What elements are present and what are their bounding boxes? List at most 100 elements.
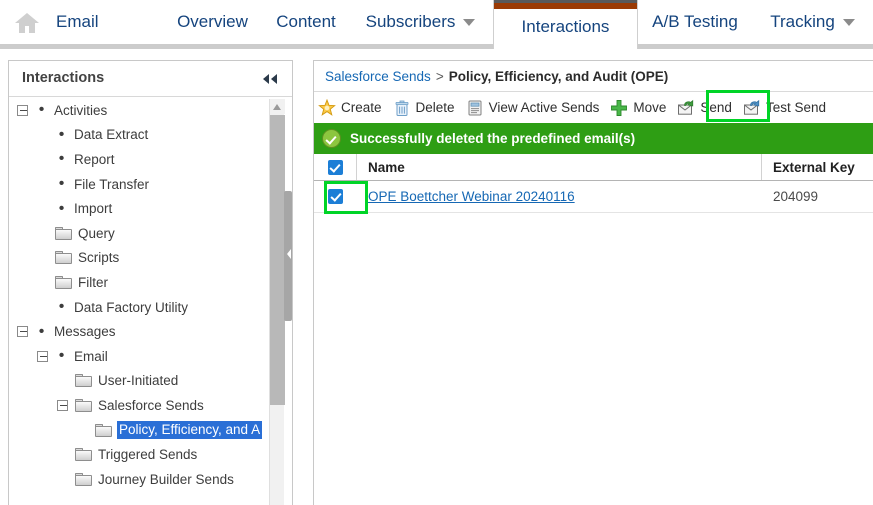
row-select-cell[interactable] <box>314 181 357 212</box>
bullet-icon: • <box>58 347 65 365</box>
test-send-button[interactable]: Test Send <box>739 93 833 122</box>
document-icon <box>466 99 484 117</box>
nav-item-content[interactable]: Content <box>266 0 346 44</box>
brand-text: Email <box>56 12 99 31</box>
row-name-link[interactable]: OPE Boettcher Webinar 20240116 <box>368 189 575 204</box>
sidebar-splitter-handle[interactable] <box>284 191 292 321</box>
top-navigation-bar: Email Overview Content Subscribers Inter… <box>0 0 873 49</box>
tree-item-triggered-sends[interactable]: Triggered Sends <box>9 442 277 467</box>
table-header-row: Name External Key <box>314 154 873 181</box>
tree-item-policy-efficiency-and-a[interactable]: Policy, Efficiency, and A <box>9 418 277 443</box>
nav-label: A/B Testing <box>652 12 738 31</box>
nav-label: Overview <box>177 12 248 31</box>
nav-item-ab-testing[interactable]: A/B Testing <box>645 0 745 44</box>
tree-item-label: Messages <box>54 324 116 340</box>
tree-item-salesforce-sends[interactable]: Salesforce Sends <box>9 393 277 418</box>
tree-item-journey-builder-sends[interactable]: Journey Builder Sends <box>9 467 277 492</box>
tree-item-query[interactable]: Query <box>9 221 277 246</box>
scrollbar-thumb[interactable] <box>270 115 285 405</box>
row-external-key-cell: 204099 <box>762 181 873 212</box>
tree-item-report[interactable]: • Report <box>9 147 277 172</box>
sidebar-scrollbar[interactable] <box>269 99 285 505</box>
scroll-up-arrow-icon[interactable] <box>270 99 285 114</box>
tree-item-label: Triggered Sends <box>98 447 198 463</box>
nav-label: Tracking <box>770 12 835 31</box>
folder-icon <box>55 226 72 240</box>
tree-item-data-factory-utility[interactable]: • Data Factory Utility <box>9 295 277 320</box>
tree-collapse-toggle[interactable] <box>17 104 28 116</box>
tree-item-label: Query <box>78 225 115 241</box>
tree-item-label: Policy, Efficiency, and A <box>117 421 263 440</box>
folder-icon <box>55 275 72 289</box>
brand-label: Email <box>56 0 136 44</box>
tree-item-filter[interactable]: Filter <box>9 270 277 295</box>
main-panel: Salesforce Sends > Policy, Efficiency, a… <box>313 60 873 505</box>
toolbar-label: Delete <box>415 100 455 115</box>
nav-item-subscribers[interactable]: Subscribers <box>358 0 483 44</box>
tree-collapse-toggle[interactable] <box>57 399 68 411</box>
folder-icon <box>75 398 92 412</box>
tree-item-label: Journey Builder Sends <box>98 471 234 487</box>
double-chevron-left-icon[interactable] <box>260 71 280 87</box>
tree-item-label: Import <box>74 201 113 217</box>
status-banner: Successfully deleted the predefined emai… <box>314 123 873 154</box>
toolbar-label: Move <box>633 100 667 115</box>
toolbar: Create Delete View Active Sends Move Sen… <box>314 92 873 123</box>
send-button[interactable]: Send <box>673 93 739 122</box>
create-button[interactable]: Create <box>314 93 389 122</box>
tree-item-label: Data Factory Utility <box>74 299 189 315</box>
nav-label: Subscribers <box>365 12 456 31</box>
tree-item-file-transfer[interactable]: • File Transfer <box>9 172 277 197</box>
breadcrumb: Salesforce Sends > Policy, Efficiency, a… <box>314 61 873 92</box>
view-active-sends-button[interactable]: View Active Sends <box>462 93 607 122</box>
sidebar-tree: • Activities • Data Extract • Report • File Tra… <box>9 98 277 505</box>
breadcrumb-separator: > <box>435 68 444 84</box>
chevron-down-icon <box>842 18 855 26</box>
table-row[interactable]: OPE Boettcher Webinar 20240116 204099 <box>314 181 873 213</box>
tree-item-label: Salesforce Sends <box>98 397 204 413</box>
tree-item-data-extract[interactable]: • Data Extract <box>9 123 277 148</box>
column-header-name[interactable]: Name <box>357 154 762 180</box>
tree-item-label: Activities <box>54 102 108 118</box>
tree-item-email[interactable]: • Email <box>9 344 277 369</box>
folder-icon <box>75 472 92 486</box>
select-all-cell[interactable] <box>314 154 357 180</box>
nav-label: Content <box>276 12 336 31</box>
toolbar-label: View Active Sends <box>488 100 600 115</box>
star-icon <box>318 98 336 117</box>
folder-icon <box>75 374 92 388</box>
tree-item-import[interactable]: • Import <box>9 196 277 221</box>
move-button[interactable]: Move <box>606 93 673 122</box>
nav-item-interactions-label[interactable]: Interactions <box>494 9 637 44</box>
nav-item-overview[interactable]: Overview <box>170 0 255 44</box>
nav-item-tracking[interactable]: Tracking <box>760 0 865 44</box>
bullet-icon: • <box>58 150 65 168</box>
chevron-down-icon <box>463 18 476 26</box>
select-all-checkbox[interactable] <box>327 159 343 175</box>
tree-item-activities[interactable]: • Activities <box>9 98 277 123</box>
tree-collapse-toggle[interactable] <box>17 326 28 338</box>
home-icon[interactable] <box>14 12 40 34</box>
tree-item-label: Email <box>74 348 108 364</box>
nav-item-interactions[interactable]: Interactions <box>493 0 638 49</box>
row-checkbox[interactable] <box>328 189 343 204</box>
tree-item-label: Report <box>74 151 115 167</box>
tree-item-scripts[interactable]: Scripts <box>9 246 277 271</box>
bullet-icon: • <box>58 199 65 217</box>
toolbar-label: Create <box>341 100 382 115</box>
workspace: Interactions • Activities • Data Extract • Re… <box>0 49 873 505</box>
tree-item-user-initiated[interactable]: User-Initiated <box>9 369 277 394</box>
bullet-icon: • <box>58 298 65 316</box>
toolbar-label: Send <box>700 100 732 115</box>
status-message: Successfully deleted the predefined emai… <box>350 131 636 146</box>
breadcrumb-parent-link[interactable]: Salesforce Sends <box>325 69 431 84</box>
tree-item-label: Filter <box>78 274 108 290</box>
toolbar-label: Test Send <box>765 100 826 115</box>
bullet-icon: • <box>58 125 65 143</box>
delete-button[interactable]: Delete <box>389 93 462 122</box>
tree-item-messages[interactable]: • Messages <box>9 319 277 344</box>
folder-icon <box>95 423 112 437</box>
bullet-icon: • <box>58 175 65 193</box>
column-header-external-key[interactable]: External Key <box>762 154 873 180</box>
tree-collapse-toggle[interactable] <box>37 350 48 362</box>
